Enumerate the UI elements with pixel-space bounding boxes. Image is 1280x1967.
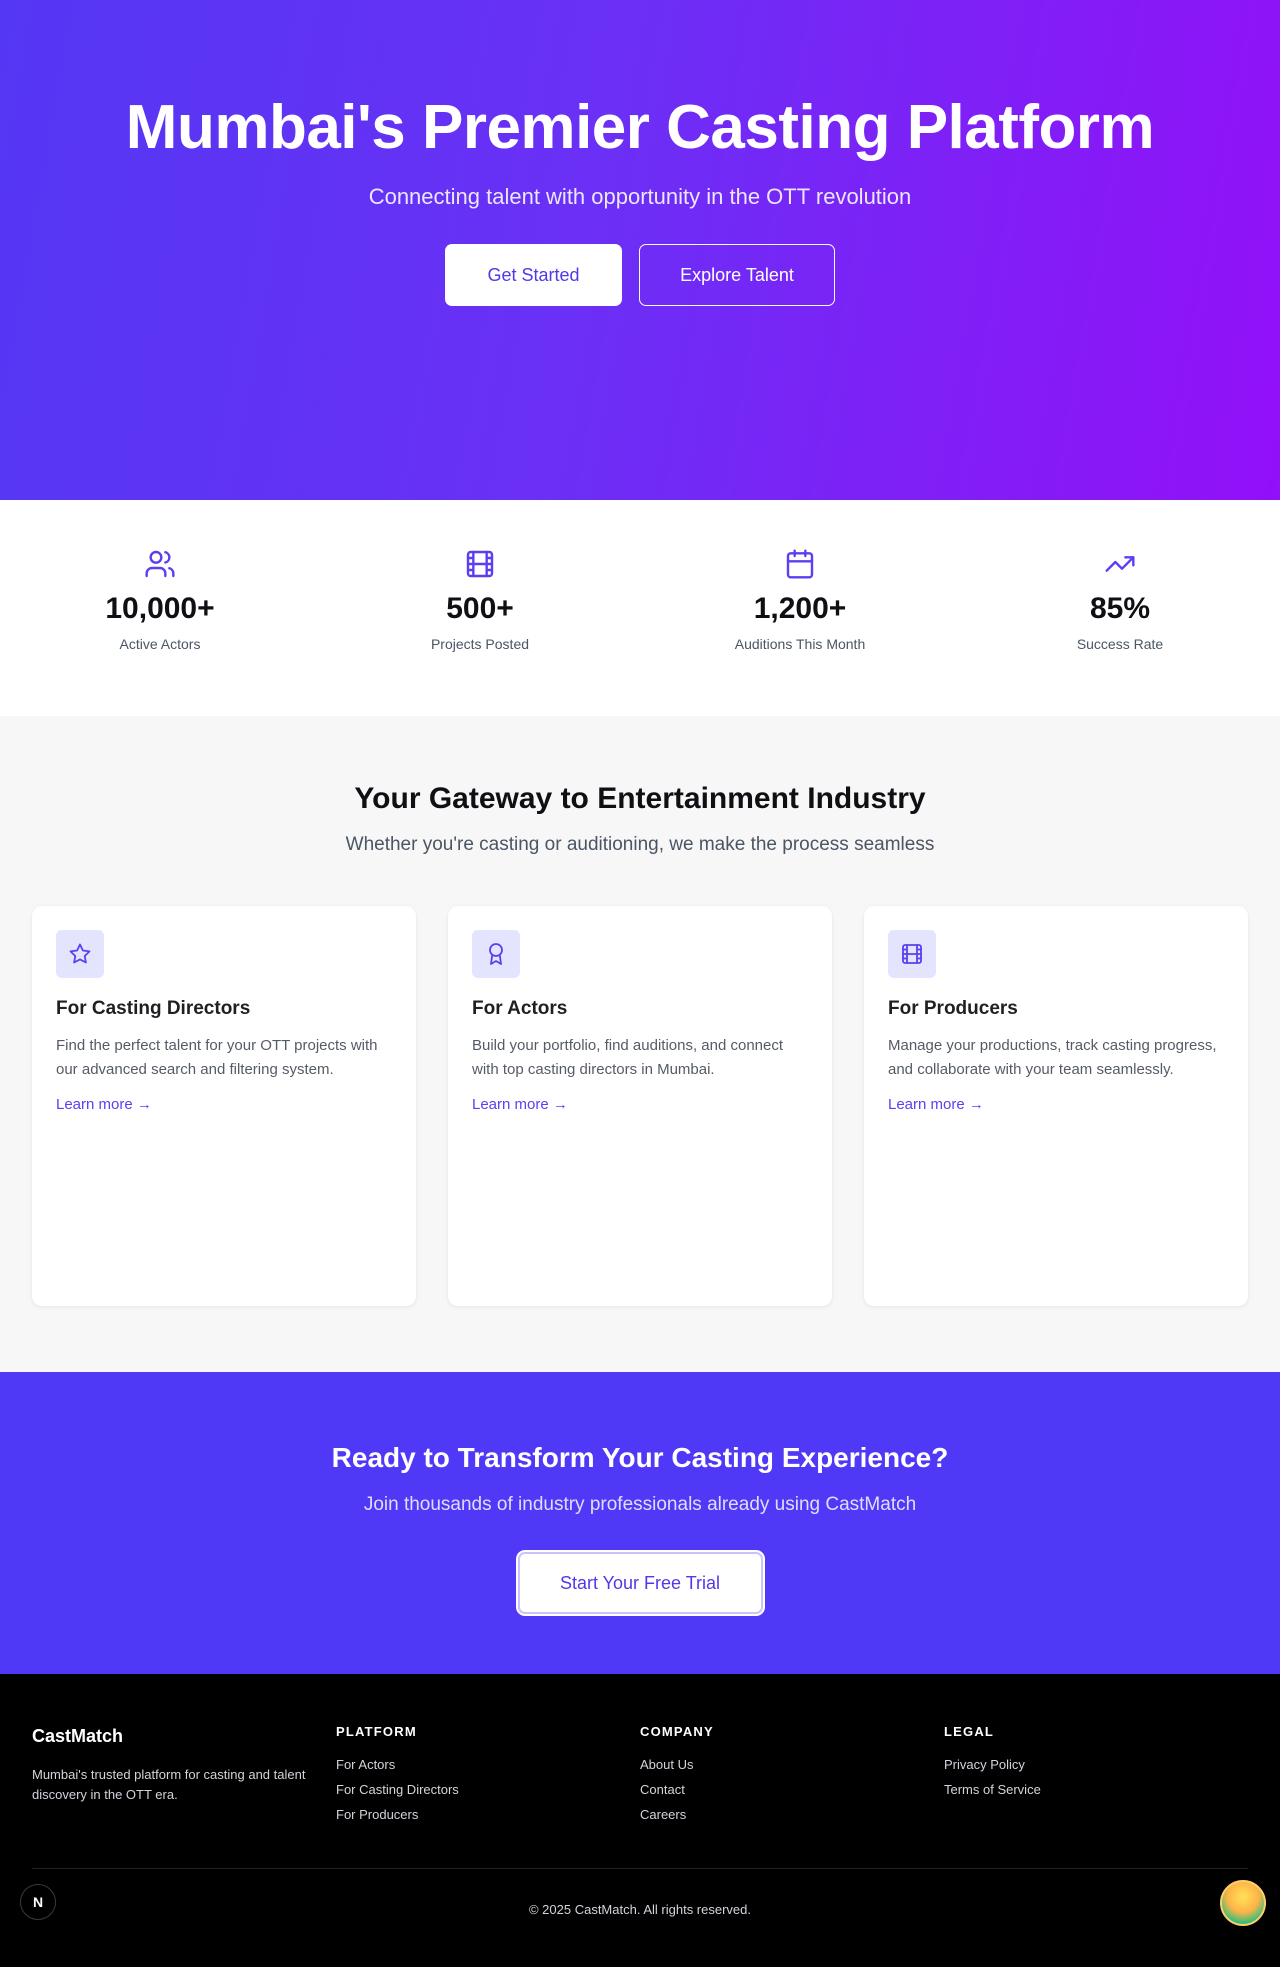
footer-link-list: For Actors For Casting Directors For Pro… [336, 1757, 640, 1822]
footer-brand: CastMatch [32, 1726, 124, 1746]
stats-section: 10,000+ Active Actors 500+ Projects Post… [0, 500, 1280, 716]
card-description: Build your portfolio, find auditions, an… [472, 1037, 784, 1078]
footer-heading: COMPANY [640, 1724, 714, 1739]
cta-title: Ready to Transform Your Casting Experien… [331, 1442, 949, 1473]
card-casting-directors: For Casting Directors Find the perfect t… [32, 906, 416, 1306]
stat-value: 10,000+ [105, 592, 215, 625]
stat-value: 500+ [446, 592, 514, 625]
footer-link-about-us[interactable]: About Us [640, 1757, 693, 1772]
trending-up-icon [1104, 548, 1136, 580]
explore-talent-button[interactable]: Explore Talent [639, 244, 835, 306]
footer-link-item: For Producers [336, 1807, 640, 1822]
film-icon [464, 548, 496, 580]
footer-link-list: Privacy Policy Terms of Service [944, 1757, 1248, 1797]
stat-active-actors: 10,000+ Active Actors [0, 548, 320, 716]
stat-label: Projects Posted [430, 636, 530, 652]
award-icon [472, 930, 520, 978]
footer-link-item: Terms of Service [944, 1782, 1248, 1797]
stat-success-rate: 85% Success Rate [960, 548, 1280, 716]
cta-section: Ready to Transform Your Casting Experien… [0, 1372, 1280, 1674]
feature-cards: For Casting Directors Find the perfect t… [0, 906, 1280, 1306]
card-description: Manage your productions, track casting p… [888, 1037, 1217, 1078]
footer-link-for-casting-directors[interactable]: For Casting Directors [336, 1782, 459, 1797]
footer-heading: PLATFORM [336, 1724, 417, 1739]
footer-link-item: About Us [640, 1757, 944, 1772]
card-title: For Actors [472, 998, 568, 1019]
footer-copyright: © 2025 CastMatch. All rights reserved. [528, 1902, 751, 1917]
footer-link-item: For Casting Directors [336, 1782, 640, 1797]
card-producers: For Producers Manage your productions, t… [864, 906, 1248, 1306]
hero-subtitle: Connecting talent with opportunity in th… [368, 184, 912, 209]
hero-title: Mumbai's Premier Casting Platform [125, 93, 1155, 162]
features-title: Your Gateway to Entertainment Industry [354, 782, 926, 815]
footer-link-item: Careers [640, 1807, 944, 1822]
footer-platform-column: PLATFORM For Actors For Casting Director… [336, 1724, 640, 1832]
footer-divider [32, 1868, 1248, 1869]
start-free-trial-button[interactable]: Start Your Free Trial [517, 1552, 763, 1614]
card-description: Find the perfect talent for your OTT pro… [56, 1037, 378, 1078]
footer-link-for-actors[interactable]: For Actors [336, 1757, 395, 1772]
footer-tagline: Mumbai's trusted platform for casting an… [32, 1767, 306, 1802]
stat-label: Auditions This Month [734, 636, 866, 652]
stat-label: Success Rate [1076, 636, 1164, 652]
card-title: For Producers [888, 998, 1018, 1019]
footer-brand-column: CastMatch Mumbai's trusted platform for … [32, 1724, 336, 1832]
features-section: Your Gateway to Entertainment Industry W… [0, 716, 1280, 1372]
calendar-icon [784, 548, 816, 580]
star-icon [56, 930, 104, 978]
footer-link-for-producers[interactable]: For Producers [336, 1807, 418, 1822]
cta-subtitle: Join thousands of industry professionals… [363, 1494, 917, 1515]
hero-buttons: Get Started Explore Talent [0, 244, 1280, 306]
footer-link-terms-of-service[interactable]: Terms of Service [944, 1782, 1041, 1797]
film-icon [888, 930, 936, 978]
learn-more-link[interactable]: Learn more → [56, 1096, 152, 1113]
assistant-avatar-icon[interactable] [1220, 1880, 1266, 1926]
stat-label: Active Actors [119, 636, 201, 652]
get-started-button[interactable]: Get Started [445, 244, 622, 306]
footer-link-item: Contact [640, 1782, 944, 1797]
learn-more-link[interactable]: Learn more → [472, 1096, 568, 1113]
card-title: For Casting Directors [56, 998, 251, 1019]
dev-tools-badge[interactable]: N [20, 1884, 56, 1920]
footer-company-column: COMPANY About Us Contact Careers [640, 1724, 944, 1832]
stat-auditions: 1,200+ Auditions This Month [640, 548, 960, 716]
footer-columns: CastMatch Mumbai's trusted platform for … [0, 1674, 1280, 1832]
learn-more-link[interactable]: Learn more → [888, 1096, 984, 1113]
card-actors: For Actors Build your portfolio, find au… [448, 906, 832, 1306]
stat-projects-posted: 500+ Projects Posted [320, 548, 640, 716]
footer-legal-column: LEGAL Privacy Policy Terms of Service [944, 1724, 1248, 1832]
footer-heading: LEGAL [944, 1724, 995, 1739]
footer-link-contact[interactable]: Contact [640, 1782, 685, 1797]
footer-link-item: For Actors [336, 1757, 640, 1772]
footer-link-privacy-policy[interactable]: Privacy Policy [944, 1757, 1025, 1772]
footer: CastMatch Mumbai's trusted platform for … [0, 1674, 1280, 1967]
footer-link-list: About Us Contact Careers [640, 1757, 944, 1822]
stat-value: 1,200+ [753, 592, 847, 625]
footer-link-item: Privacy Policy [944, 1757, 1248, 1772]
hero-section: Mumbai's Premier Casting Platform Connec… [0, 0, 1280, 500]
footer-link-careers[interactable]: Careers [640, 1807, 686, 1822]
features-subtitle: Whether you're casting or auditioning, w… [345, 834, 935, 855]
stat-value: 85% [1089, 592, 1151, 625]
users-icon [144, 548, 176, 580]
